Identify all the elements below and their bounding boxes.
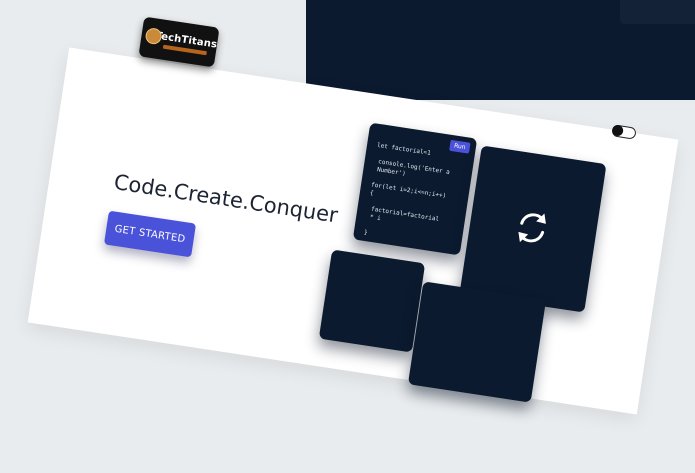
editor-tile-bottom-right bbox=[407, 281, 547, 403]
toggle-knob bbox=[611, 124, 624, 137]
editor-tile-bottom-left bbox=[318, 249, 426, 353]
run-button[interactable]: Run bbox=[449, 139, 471, 154]
code-editor-tile[interactable]: Run let factorial=1 console.log('Enter a… bbox=[352, 122, 478, 256]
code-snippet: let factorial=1 console.log('Enter a Num… bbox=[363, 141, 451, 237]
background-panel-corner bbox=[620, 0, 695, 24]
screen: TechTitans Code.Create.Conquer GET START… bbox=[0, 0, 695, 473]
output-tile bbox=[459, 145, 607, 313]
refresh-icon[interactable] bbox=[509, 205, 555, 251]
